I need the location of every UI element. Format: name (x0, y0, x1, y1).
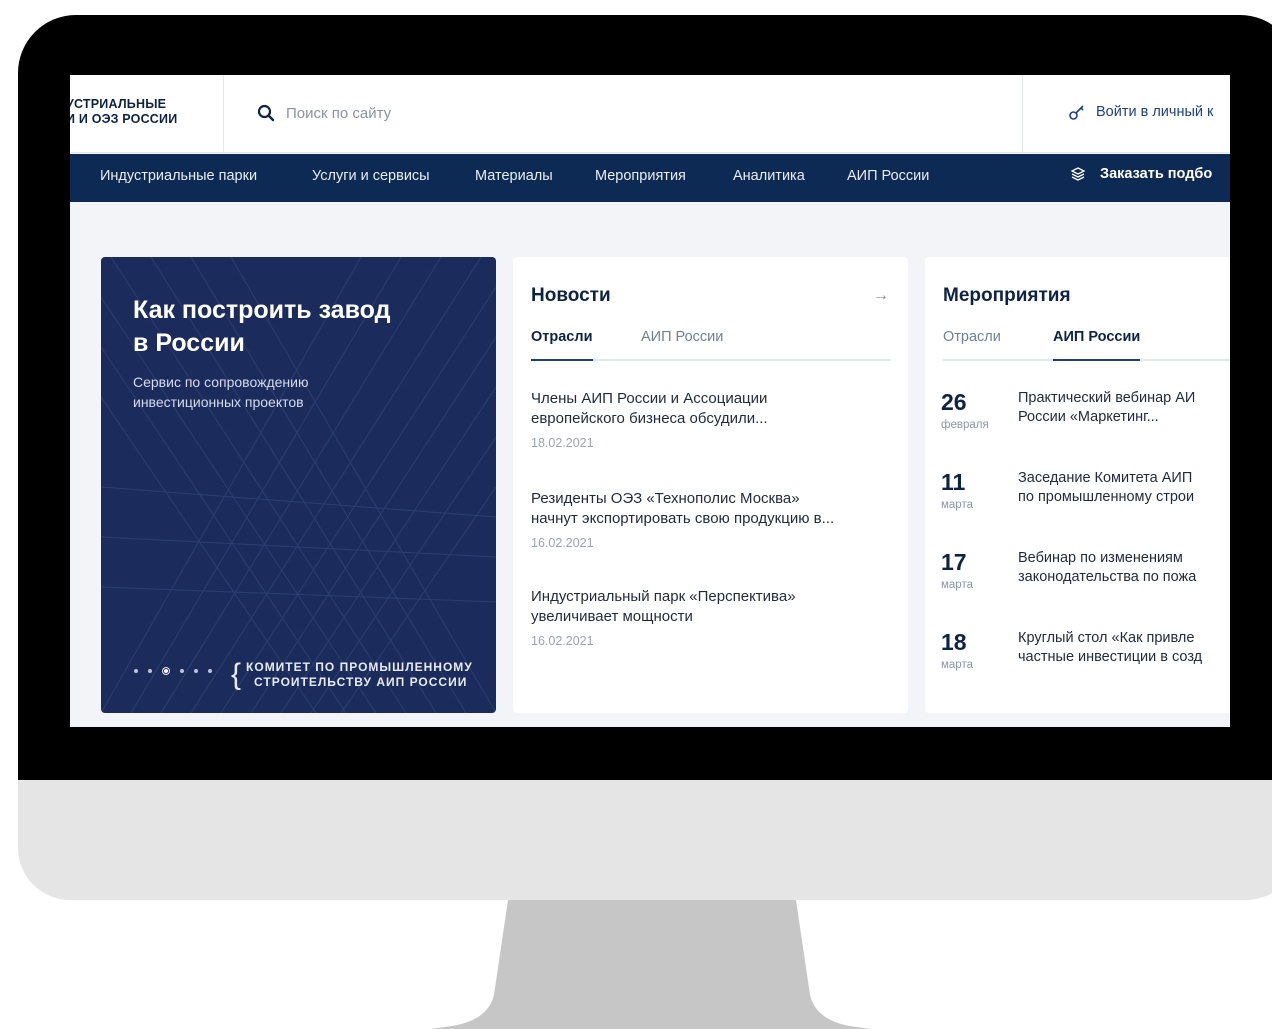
news-item[interactable]: Резиденты ОЭЗ «Технополис Москва» начнут… (531, 489, 891, 550)
event-title: Круглый стол «Как привле частные инвести… (1018, 629, 1230, 667)
news-item-title-line: Резиденты ОЭЗ «Технополис Москва» (531, 490, 800, 507)
nav-item-aip[interactable]: АИП России (847, 168, 929, 184)
committee-line-1: КОМИТЕТ ПО ПРОМЫШЛЕННОМУ (246, 660, 473, 674)
news-item-title-line: начнут экспортировать свою продукцию в..… (531, 510, 835, 527)
brace-icon: { (231, 658, 243, 691)
nav-item-industrial-parks[interactable]: Индустриальные парки (100, 168, 257, 184)
hero-banner[interactable]: Как построить завод в России Сервис по с… (101, 257, 496, 713)
login-link[interactable]: Войти в личный к (1068, 103, 1213, 121)
layers-icon (1070, 167, 1086, 181)
search-icon (257, 104, 275, 122)
tab-industries[interactable]: Отрасли (531, 329, 593, 361)
search-input[interactable] (286, 104, 586, 122)
site-header: УСТРИАЛЬНЫЕ И И ОЭЗ РОССИИ Войти в личны… (70, 75, 1230, 153)
news-item-title-line: увеличивает мощности (531, 608, 693, 625)
login-label: Войти в личный к (1096, 104, 1214, 120)
news-item-title-line: европейского бизнеса обсудили... (531, 410, 768, 427)
event-month: марта (941, 659, 973, 671)
nav-item-materials[interactable]: Материалы (475, 168, 553, 184)
committee-line-2: СТРОИТЕЛЬСТВУ АИП РОССИИ (254, 675, 468, 689)
screen: УСТРИАЛЬНЫЕ И И ОЭЗ РОССИИ Войти в личны… (70, 75, 1230, 727)
slider-dot[interactable] (180, 669, 184, 673)
event-day: 11 (941, 469, 966, 495)
news-item-title: Члены АИП России и Ассоциации европейско… (531, 389, 891, 429)
event-month: марта (941, 499, 973, 511)
event-title: Практический вебинар АИ России «Маркетин… (1018, 389, 1230, 427)
event-title-line: Круглый стол «Как привле (1018, 630, 1195, 646)
news-title: Новости (531, 285, 611, 306)
hero-subtitle: Сервис по сопровождению инвестиционных п… (133, 374, 309, 410)
event-title: Вебинар по изменениям законодательства п… (1018, 549, 1230, 587)
news-item[interactable]: Индустриальный парк «Перспектива» увелич… (531, 587, 891, 648)
header-divider (1022, 75, 1023, 153)
header-divider (223, 75, 224, 153)
news-item-title-line: Индустриальный парк «Перспектива» (531, 588, 796, 605)
tab-aip[interactable]: АИП России (1053, 329, 1141, 361)
event-item[interactable]: 18 марта Круглый стол «Как привле частны… (941, 629, 1230, 689)
key-icon (1069, 105, 1084, 120)
news-item-title-line: Члены АИП России и Ассоциации (531, 390, 768, 407)
news-item-title: Индустриальный парк «Перспектива» увелич… (531, 587, 891, 627)
events-title: Мероприятия (943, 285, 1071, 306)
event-title-line: законодательства по пожа (1018, 569, 1197, 585)
monitor-stand (430, 900, 870, 1029)
slider-dots (134, 667, 212, 675)
event-day: 17 (941, 549, 967, 575)
events-tabs: Отрасли АИП России (943, 327, 1230, 361)
nav-item-analytics[interactable]: Аналитика (733, 168, 805, 184)
news-item-date: 16.02.2021 (531, 634, 594, 648)
logo-line-2: И И ОЭЗ РОССИИ (70, 112, 178, 126)
event-title-line: частные инвестиции в созд (1018, 649, 1203, 665)
event-item[interactable]: 17 марта Вебинар по изменениям законодат… (941, 549, 1230, 609)
slider-dot[interactable] (208, 669, 212, 673)
slider-dot[interactable] (148, 669, 152, 673)
nav-item-events[interactable]: Мероприятия (595, 168, 686, 184)
event-month: февраля (941, 419, 989, 431)
tab-aip[interactable]: АИП России (641, 329, 723, 361)
event-title-line: Вебинар по изменениям (1018, 550, 1183, 566)
search-box[interactable] (256, 103, 586, 123)
news-item-date: 16.02.2021 (531, 536, 594, 550)
slider-dot[interactable] (134, 669, 138, 673)
news-tabs: Отрасли АИП России (531, 327, 891, 361)
arrow-right-icon[interactable]: → (873, 287, 889, 305)
event-day: 26 (941, 389, 967, 415)
news-item-date: 18.02.2021 (531, 436, 594, 450)
hero-title: Как построить завод в России (133, 296, 391, 357)
event-day: 18 (941, 629, 967, 655)
committee-logo: { КОМИТЕТ ПО ПРОМЫШЛЕННОМУ СТРОИТЕЛЬСТВУ… (231, 660, 473, 690)
event-title-line: Практический вебинар АИ (1018, 390, 1196, 406)
event-item[interactable]: 11 марта Заседание Комитета АИП по промы… (941, 469, 1230, 529)
event-title-line: Заседание Комитета АИП (1018, 470, 1193, 486)
events-card: Мероприятия Отрасли АИП России 26 феврал… (925, 257, 1230, 713)
event-month: марта (941, 579, 973, 591)
news-item-title: Резиденты ОЭЗ «Технополис Москва» начнут… (531, 489, 891, 529)
monitor-chin (18, 780, 1272, 900)
slider-dot-active[interactable] (162, 667, 170, 675)
order-label: Заказать подбо (1100, 166, 1213, 182)
event-title-line: по промышленному строи (1018, 489, 1195, 505)
order-button[interactable]: Заказать подбо (1070, 166, 1212, 182)
news-item[interactable]: Члены АИП России и Ассоциации европейско… (531, 389, 891, 450)
nav-item-services[interactable]: Услуги и сервисы (312, 168, 430, 184)
event-item[interactable]: 26 февраля Практический вебинар АИ Росси… (941, 389, 1230, 449)
slider-dot[interactable] (194, 669, 198, 673)
site-logo[interactable]: УСТРИАЛЬНЫЕ И И ОЭЗ РОССИИ (70, 97, 216, 127)
main-nav: Индустриальные парки Услуги и сервисы Ма… (70, 154, 1230, 202)
news-card: Новости → Отрасли АИП России Члены АИП Р… (513, 257, 908, 713)
logo-line-1: УСТРИАЛЬНЫЕ (70, 97, 167, 111)
tab-industries[interactable]: Отрасли (943, 329, 1001, 361)
event-title-line: России «Маркетинг... (1018, 409, 1159, 425)
event-title: Заседание Комитета АИП по промышленному … (1018, 469, 1230, 507)
